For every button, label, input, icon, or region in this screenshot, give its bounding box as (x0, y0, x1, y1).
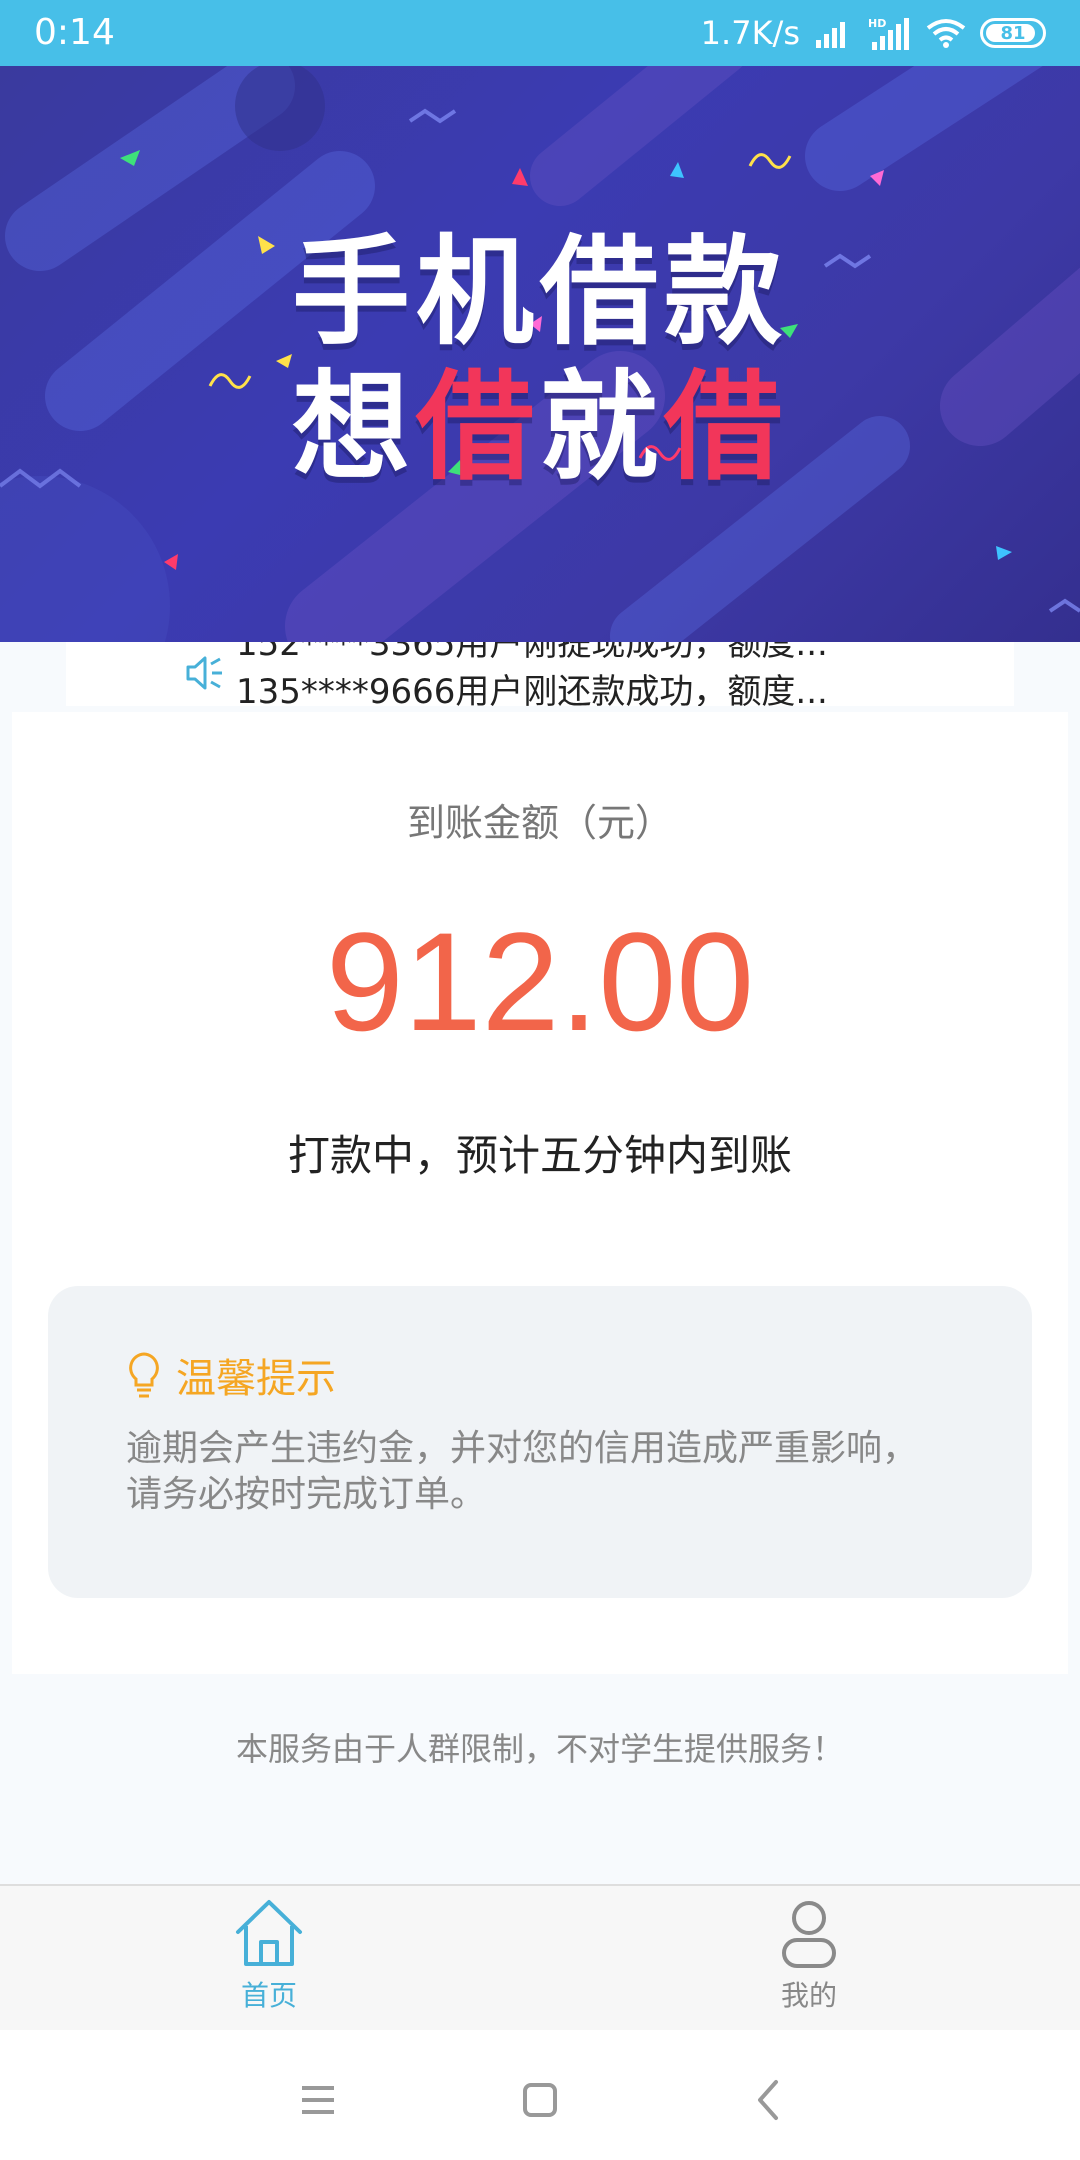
svg-text:HD: HD (868, 17, 886, 30)
tab-home-label: 首页 (240, 1979, 297, 2012)
tip-box: 温馨提示 逾期会产生违约金，并对您的信用造成严重影响，请务必按时完成订单。 (48, 1286, 1032, 1598)
promo-banner[interactable]: 手机借款 想借就借 (0, 66, 1080, 642)
battery-icon: 81 (980, 18, 1046, 48)
bottom-nav: 首页 我的 (0, 1884, 1080, 2030)
tip-body: 逾期会产生违约金，并对您的信用造成严重影响，请务必按时完成订单。 (126, 1428, 919, 1515)
battery-level: 81 (1000, 22, 1026, 44)
status-bar: 0:14 1.7K/s HD 81 (0, 0, 1080, 66)
tab-mine[interactable]: 我的 (709, 1896, 909, 2014)
wifi-icon (926, 19, 966, 48)
lightbulb-icon (129, 1352, 159, 1398)
disbursement-card: 到账金额（元） 912.00 打款中，预计五分钟内到账 温馨提示 逾期会产生违约… (12, 712, 1068, 1674)
back-icon[interactable] (738, 2070, 798, 2130)
user-icon (782, 1901, 836, 1968)
marquee-item: 152****3365用户刚提现成功，额度... (236, 642, 828, 664)
tab-mine-label: 我的 (780, 1979, 837, 2012)
banner-char: 想 (291, 358, 416, 496)
banner-char: 就 (540, 358, 665, 496)
marquee-item: 135****9666用户刚还款成功，额度... (236, 672, 828, 706)
menu-icon[interactable] (288, 2070, 348, 2130)
status-icons: 1.7K/s HD 81 (701, 10, 1046, 56)
system-nav-bar (0, 2030, 1080, 2160)
banner-title-line2: 想借就借 (0, 331, 1080, 502)
home-square-icon[interactable] (510, 2070, 570, 2130)
tip-title: 温馨提示 (176, 1356, 336, 1402)
speaker-icon (186, 656, 222, 690)
tip-header: 温馨提示 (126, 1346, 336, 1404)
transfer-status: 打款中，预计五分钟内到账 (287, 1131, 792, 1180)
network-speed: 1.7K/s (700, 14, 800, 52)
hd-signal-icon: HD (868, 17, 909, 50)
service-notice: 本服务由于人群限制，不对学生提供服务！ (235, 1730, 844, 1768)
tab-home[interactable]: 首页 (169, 1896, 369, 2014)
notice-marquee: 152****3365用户刚提现成功，额度... 135****9666用户刚还… (66, 642, 1014, 706)
home-icon (236, 1900, 302, 1966)
signal-icon (816, 22, 845, 48)
banner-char-highlight: 借 (664, 358, 789, 496)
status-time: 0:14 (34, 12, 115, 53)
amount-label: 到账金额（元） (406, 801, 673, 845)
banner-char-highlight: 借 (415, 358, 540, 496)
amount-value: 912.00 (325, 903, 755, 1060)
